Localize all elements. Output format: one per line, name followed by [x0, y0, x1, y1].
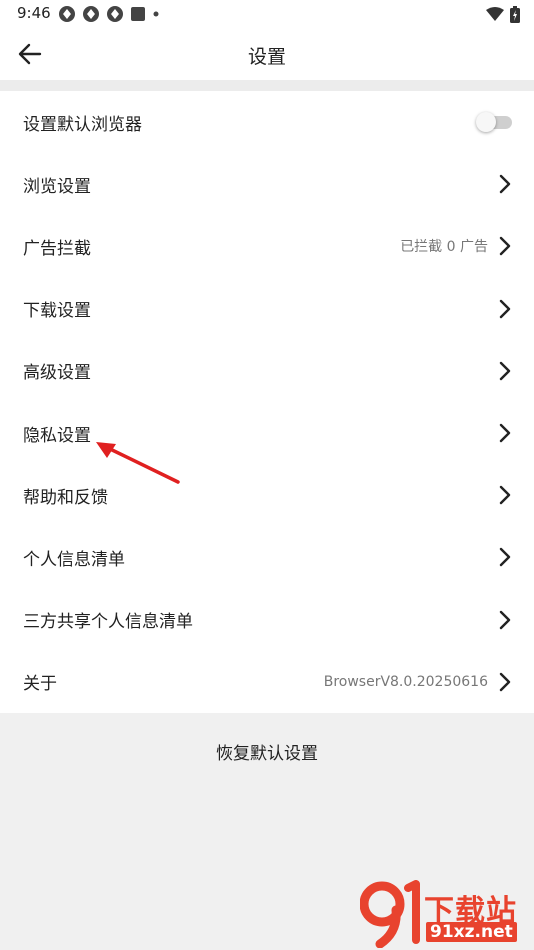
settings-item-browse[interactable]: 浏览设置 [0, 153, 534, 215]
more-notifications-dot-icon [153, 11, 159, 17]
status-time: 9:46 [17, 4, 51, 22]
app-notification-icon [107, 6, 123, 22]
default-browser-toggle[interactable] [476, 112, 514, 133]
square-notification-icon [131, 7, 145, 21]
settings-item-label: 设置默认浏览器 [23, 114, 142, 135]
settings-item-default-browser[interactable]: 设置默认浏览器 [0, 91, 534, 153]
settings-item-label: 三方共享个人信息清单 [23, 612, 193, 633]
watermark-url: 91xz.net [426, 922, 517, 942]
notification-icons [58, 5, 160, 23]
settings-list: 设置默认浏览器 浏览设置 广告拦截 已拦截 0 广告 下载设置 高级设置 隐私设… [0, 91, 534, 713]
settings-item-advanced[interactable]: 高级设置 [0, 340, 534, 402]
app-notification-icon [83, 6, 99, 22]
settings-item-personal-info-list[interactable]: 个人信息清单 [0, 526, 534, 588]
settings-item-label: 下载设置 [23, 301, 91, 322]
settings-item-download[interactable]: 下载设置 [0, 278, 534, 340]
settings-item-label: 高级设置 [23, 363, 91, 384]
chevron-right-icon [498, 174, 512, 194]
watermark-logo-icon [360, 880, 420, 948]
system-icons [486, 6, 520, 23]
battery-charging-icon [510, 6, 520, 23]
app-bar: 设置 [0, 28, 534, 80]
settings-item-help-feedback[interactable]: 帮助和反馈 [0, 464, 534, 526]
settings-item-label: 广告拦截 [23, 238, 91, 259]
settings-item-label: 关于 [23, 674, 57, 695]
settings-item-third-party-sharing[interactable]: 三方共享个人信息清单 [0, 589, 534, 651]
chevron-right-icon [498, 485, 512, 505]
chevron-right-icon [498, 236, 512, 256]
adblock-count: 已拦截 0 广告 [400, 239, 488, 256]
chevron-right-icon [498, 672, 512, 692]
section-divider [0, 80, 534, 91]
settings-item-label: 个人信息清单 [23, 549, 125, 570]
app-notification-icon [59, 6, 75, 22]
chevron-right-icon [498, 610, 512, 630]
settings-item-about[interactable]: 关于 BrowserV8.0.20250616 [0, 651, 534, 713]
settings-item-privacy[interactable]: 隐私设置 [0, 402, 534, 464]
chevron-right-icon [498, 299, 512, 319]
settings-item-label: 浏览设置 [23, 176, 91, 197]
chevron-right-icon [498, 547, 512, 567]
restore-defaults-button[interactable]: 恢复默认设置 [0, 725, 534, 777]
annotation-arrow-icon [96, 442, 180, 484]
app-version: BrowserV8.0.20250616 [323, 673, 488, 690]
watermark: 下载站 91xz.net [360, 880, 530, 948]
chevron-right-icon [498, 423, 512, 443]
toggle-knob [476, 112, 496, 133]
settings-item-adblock[interactable]: 广告拦截 已拦截 0 广告 [0, 215, 534, 277]
wifi-icon [486, 7, 504, 21]
page-title: 设置 [247, 46, 286, 68]
status-bar: 9:46 [0, 0, 534, 28]
chevron-right-icon [498, 361, 512, 381]
